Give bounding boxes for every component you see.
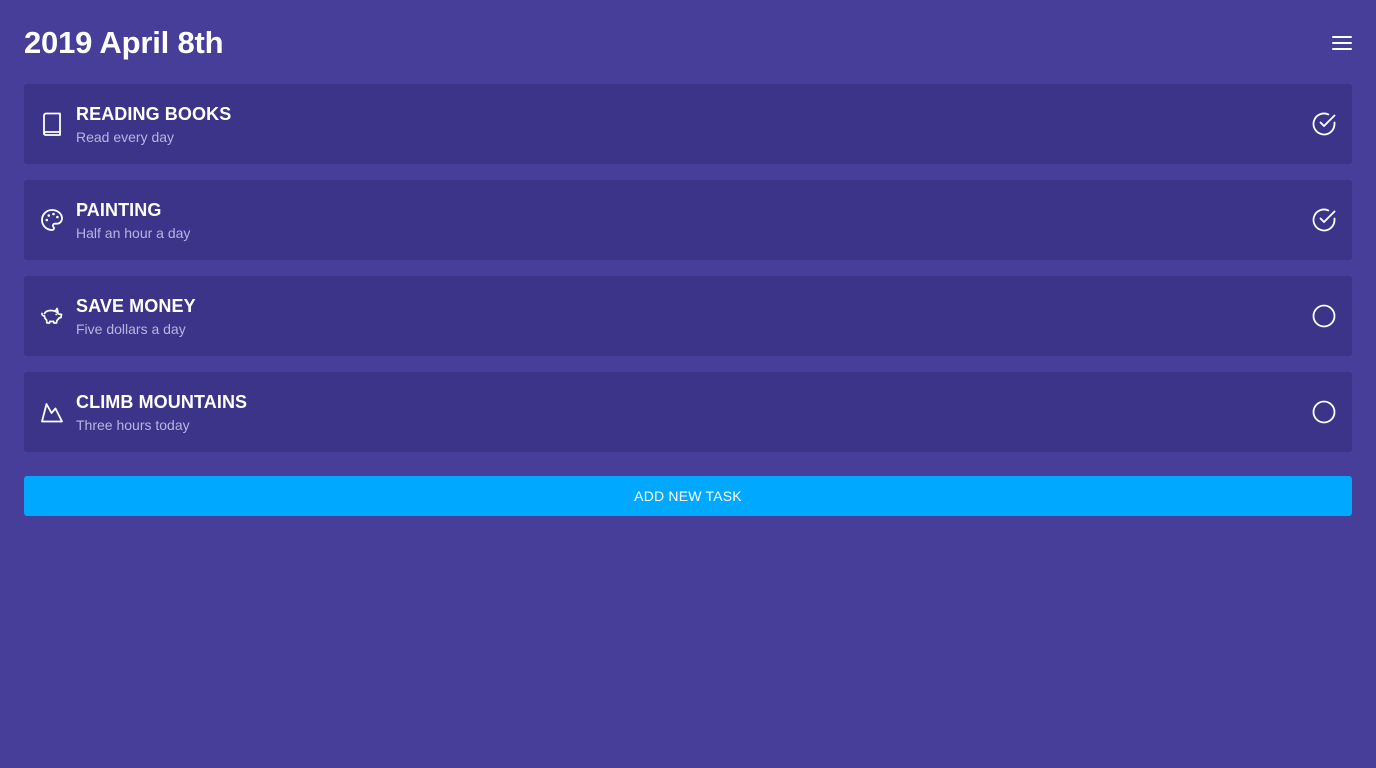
task-status-toggle[interactable] <box>1310 110 1338 138</box>
mountain-icon <box>41 403 63 423</box>
task-item-painting[interactable]: PAINTING Half an hour a day <box>24 180 1352 260</box>
palette-icon <box>41 209 63 231</box>
task-status-toggle[interactable] <box>1310 398 1338 426</box>
empty-circle-icon <box>1312 304 1336 328</box>
task-item-climb-mountains[interactable]: CLIMB MOUNTAINS Three hours today <box>24 372 1352 452</box>
task-item-save-money[interactable]: SAVE MONEY Five dollars a day <box>24 276 1352 356</box>
header: 2019 April 8th <box>24 22 1352 64</box>
task-item-reading-books[interactable]: READING BOOKS Read every day <box>24 84 1352 164</box>
task-subtitle: Three hours today <box>76 416 190 433</box>
task-title: PAINTING <box>76 199 162 220</box>
task-subtitle: Five dollars a day <box>76 320 186 337</box>
task-icon <box>40 304 64 328</box>
task-icon <box>40 208 64 232</box>
task-list: READING BOOKS Read every day PAINTING Ha… <box>24 84 1352 468</box>
task-text: PAINTING Half an hour a day <box>76 199 1310 242</box>
task-title: CLIMB MOUNTAINS <box>76 391 248 412</box>
task-title: READING BOOKS <box>76 103 232 124</box>
task-title: SAVE MONEY <box>76 295 196 316</box>
task-text: CLIMB MOUNTAINS Three hours today <box>76 391 1310 434</box>
piggy-bank-icon <box>41 307 63 324</box>
page-title: 2019 April 8th <box>24 25 224 60</box>
task-icon <box>40 112 64 136</box>
task-text: SAVE MONEY Five dollars a day <box>76 295 1310 338</box>
task-subtitle: Read every day <box>76 128 175 145</box>
add-new-task-button[interactable]: ADD NEW TASK <box>24 476 1352 516</box>
check-circle-icon <box>1312 208 1336 232</box>
task-subtitle: Half an hour a day <box>76 224 191 241</box>
hamburger-menu-icon <box>1332 36 1352 50</box>
check-circle-icon <box>1312 112 1336 136</box>
app-page: 2019 April 8th READING BOOKS Read every … <box>0 0 1376 768</box>
task-text: READING BOOKS Read every day <box>76 103 1310 146</box>
task-status-toggle[interactable] <box>1310 302 1338 330</box>
menu-button[interactable] <box>1330 31 1354 55</box>
task-status-toggle[interactable] <box>1310 206 1338 234</box>
book-icon <box>43 112 61 136</box>
task-icon <box>40 400 64 424</box>
empty-circle-icon <box>1312 400 1336 424</box>
